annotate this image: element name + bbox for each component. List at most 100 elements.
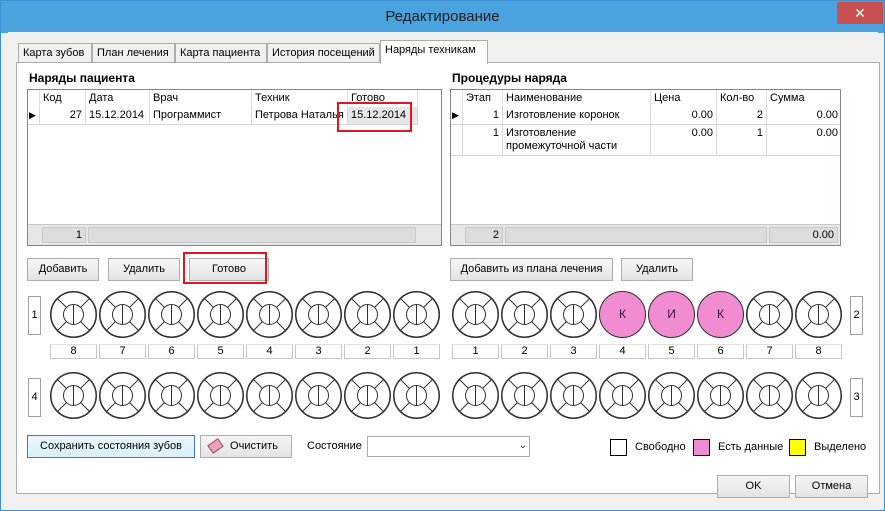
orders-title: Наряды пациента <box>29 71 135 85</box>
tooth-4-4[interactable] <box>246 372 293 419</box>
close-button[interactable]: ✕ <box>837 2 883 24</box>
tooth-1-5[interactable] <box>197 291 244 338</box>
tooth-3-4[interactable] <box>599 372 646 419</box>
tab-technician-orders[interactable]: Наряды техникам <box>380 40 488 64</box>
tooth-1-7[interactable] <box>99 291 146 338</box>
col-header-technician[interactable]: Техник <box>252 90 348 107</box>
tooth-2-3[interactable] <box>550 291 597 338</box>
tooth-4-1[interactable] <box>393 372 440 419</box>
cell-qty[interactable]: 1 <box>717 125 767 156</box>
tooth-number-right-2: 2 <box>501 344 548 359</box>
ok-button[interactable]: OK <box>717 475 790 498</box>
cell-sum[interactable]: 0.00 <box>767 107 840 125</box>
clear-button[interactable]: Очистить <box>200 435 292 458</box>
highlight-ready-button <box>183 252 267 284</box>
tooth-4-5[interactable] <box>197 372 244 419</box>
cell-doctor[interactable]: Программист <box>150 107 252 125</box>
tooth-2-4[interactable]: К <box>599 291 646 338</box>
tooth-3-5[interactable] <box>648 372 695 419</box>
col-header-name[interactable]: Наименование <box>503 90 651 107</box>
tooth-2-2[interactable] <box>501 291 548 338</box>
row-indicator: ▶ <box>451 107 463 125</box>
cell-sum[interactable]: 0.00 <box>767 125 840 156</box>
tooth-3-8[interactable] <box>795 372 842 419</box>
tab-tooth-map[interactable]: Карта зубов <box>18 43 92 63</box>
tooth-1-1[interactable] <box>393 291 440 338</box>
tooth-2-6[interactable]: К <box>697 291 744 338</box>
tooth-2-7[interactable] <box>746 291 793 338</box>
tooth-number-right-6: 6 <box>697 344 744 359</box>
cell-price[interactable]: 0.00 <box>651 107 717 125</box>
tooth-1-4[interactable] <box>246 291 293 338</box>
cell-stage[interactable]: 1 <box>463 107 503 125</box>
cancel-button[interactable]: Отмена <box>795 475 868 498</box>
tooth-number-right-4: 4 <box>599 344 646 359</box>
add-from-plan-button[interactable]: Добавить из плана лечения <box>450 258 613 281</box>
chevron-down-icon: ⌄ <box>518 440 527 451</box>
cell-technician[interactable]: Петрова Наталья <box>252 107 348 125</box>
tooth-3-6[interactable] <box>697 372 744 419</box>
col-header-qty[interactable]: Кол-во <box>717 90 767 107</box>
client-area: Карта зубов План лечения Карта пациента … <box>8 32 880 505</box>
row-indicator <box>451 125 463 156</box>
cell-name[interactable]: Изготовление коронок <box>503 107 651 125</box>
col-header-date[interactable]: Дата <box>86 90 150 107</box>
tooth-1-3[interactable] <box>295 291 342 338</box>
tab-treatment-plan[interactable]: План лечения <box>92 43 175 63</box>
tooth-4-2[interactable] <box>344 372 391 419</box>
cell-code[interactable]: 27 <box>40 107 86 125</box>
tooth-3-2[interactable] <box>501 372 548 419</box>
tooth-1-6[interactable] <box>148 291 195 338</box>
dialog-window: Редактирование ✕ Карта зубов План лечени… <box>0 0 885 511</box>
procedures-grid[interactable]: Этап Наименование Цена Кол-во Сумма ▶ 1 … <box>450 89 841 246</box>
tooth-2-4-mark: К <box>619 307 626 321</box>
procedures-footer: 2 0.00 <box>451 224 840 245</box>
col-header-code[interactable]: Код <box>40 90 86 107</box>
legend-label-has-data: Есть данные <box>718 441 784 453</box>
grid-corner <box>28 90 40 107</box>
tooth-2-1[interactable] <box>452 291 499 338</box>
tooth-3-3[interactable] <box>550 372 597 419</box>
add-button[interactable]: Добавить <box>27 258 99 281</box>
tooth-2-5-mark: И <box>667 307 676 321</box>
legend-label-selected: Выделено <box>814 441 867 453</box>
delete-procedure-button[interactable]: Удалить <box>621 258 693 281</box>
tooth-4-7[interactable] <box>99 372 146 419</box>
col-header-price[interactable]: Цена <box>651 90 717 107</box>
tooth-2-6-mark: К <box>717 307 724 321</box>
tooth-1-2[interactable] <box>344 291 391 338</box>
cell-price[interactable]: 0.00 <box>651 125 717 156</box>
col-header-stage[interactable]: Этап <box>463 90 503 107</box>
title-bar[interactable]: Редактирование ✕ <box>1 1 884 33</box>
tooth-number-right-3: 3 <box>550 344 597 359</box>
tooth-number-left-4: 4 <box>246 344 293 359</box>
procedures-title: Процедуры наряда <box>452 71 567 85</box>
tab-visit-history[interactable]: История посещений <box>267 43 380 63</box>
orders-count: 1 <box>42 227 86 243</box>
legend-swatch-selected <box>789 439 806 456</box>
quadrant-label-1: 1 <box>28 296 41 335</box>
cell-name[interactable]: Изготовление промежуточной части <box>503 125 651 156</box>
delete-button[interactable]: Удалить <box>108 258 180 281</box>
clear-button-label: Очистить <box>230 440 278 452</box>
tooth-2-5[interactable]: И <box>648 291 695 338</box>
legend-label-free: Свободно <box>635 441 686 453</box>
tooth-4-3[interactable] <box>295 372 342 419</box>
tooth-4-8[interactable] <box>50 372 97 419</box>
cell-qty[interactable]: 2 <box>717 107 767 125</box>
quadrant-label-3: 3 <box>850 378 863 417</box>
tooth-3-1[interactable] <box>452 372 499 419</box>
cell-date[interactable]: 15.12.2014 <box>86 107 150 125</box>
tooth-2-8[interactable] <box>795 291 842 338</box>
cell-stage[interactable]: 1 <box>463 125 503 156</box>
state-select[interactable]: ⌄ <box>367 436 530 457</box>
col-header-doctor[interactable]: Врач <box>150 90 252 107</box>
tooth-number-left-5: 5 <box>197 344 244 359</box>
tooth-4-6[interactable] <box>148 372 195 419</box>
save-tooth-states-button[interactable]: Сохранить состояния зубов <box>27 435 195 458</box>
technician-orders-panel: Наряды пациента Код Дата Врач Техник Гот… <box>16 62 880 494</box>
tooth-3-7[interactable] <box>746 372 793 419</box>
tooth-1-8[interactable] <box>50 291 97 338</box>
tab-patient-card[interactable]: Карта пациента <box>175 43 267 63</box>
col-header-sum[interactable]: Сумма <box>767 90 840 107</box>
